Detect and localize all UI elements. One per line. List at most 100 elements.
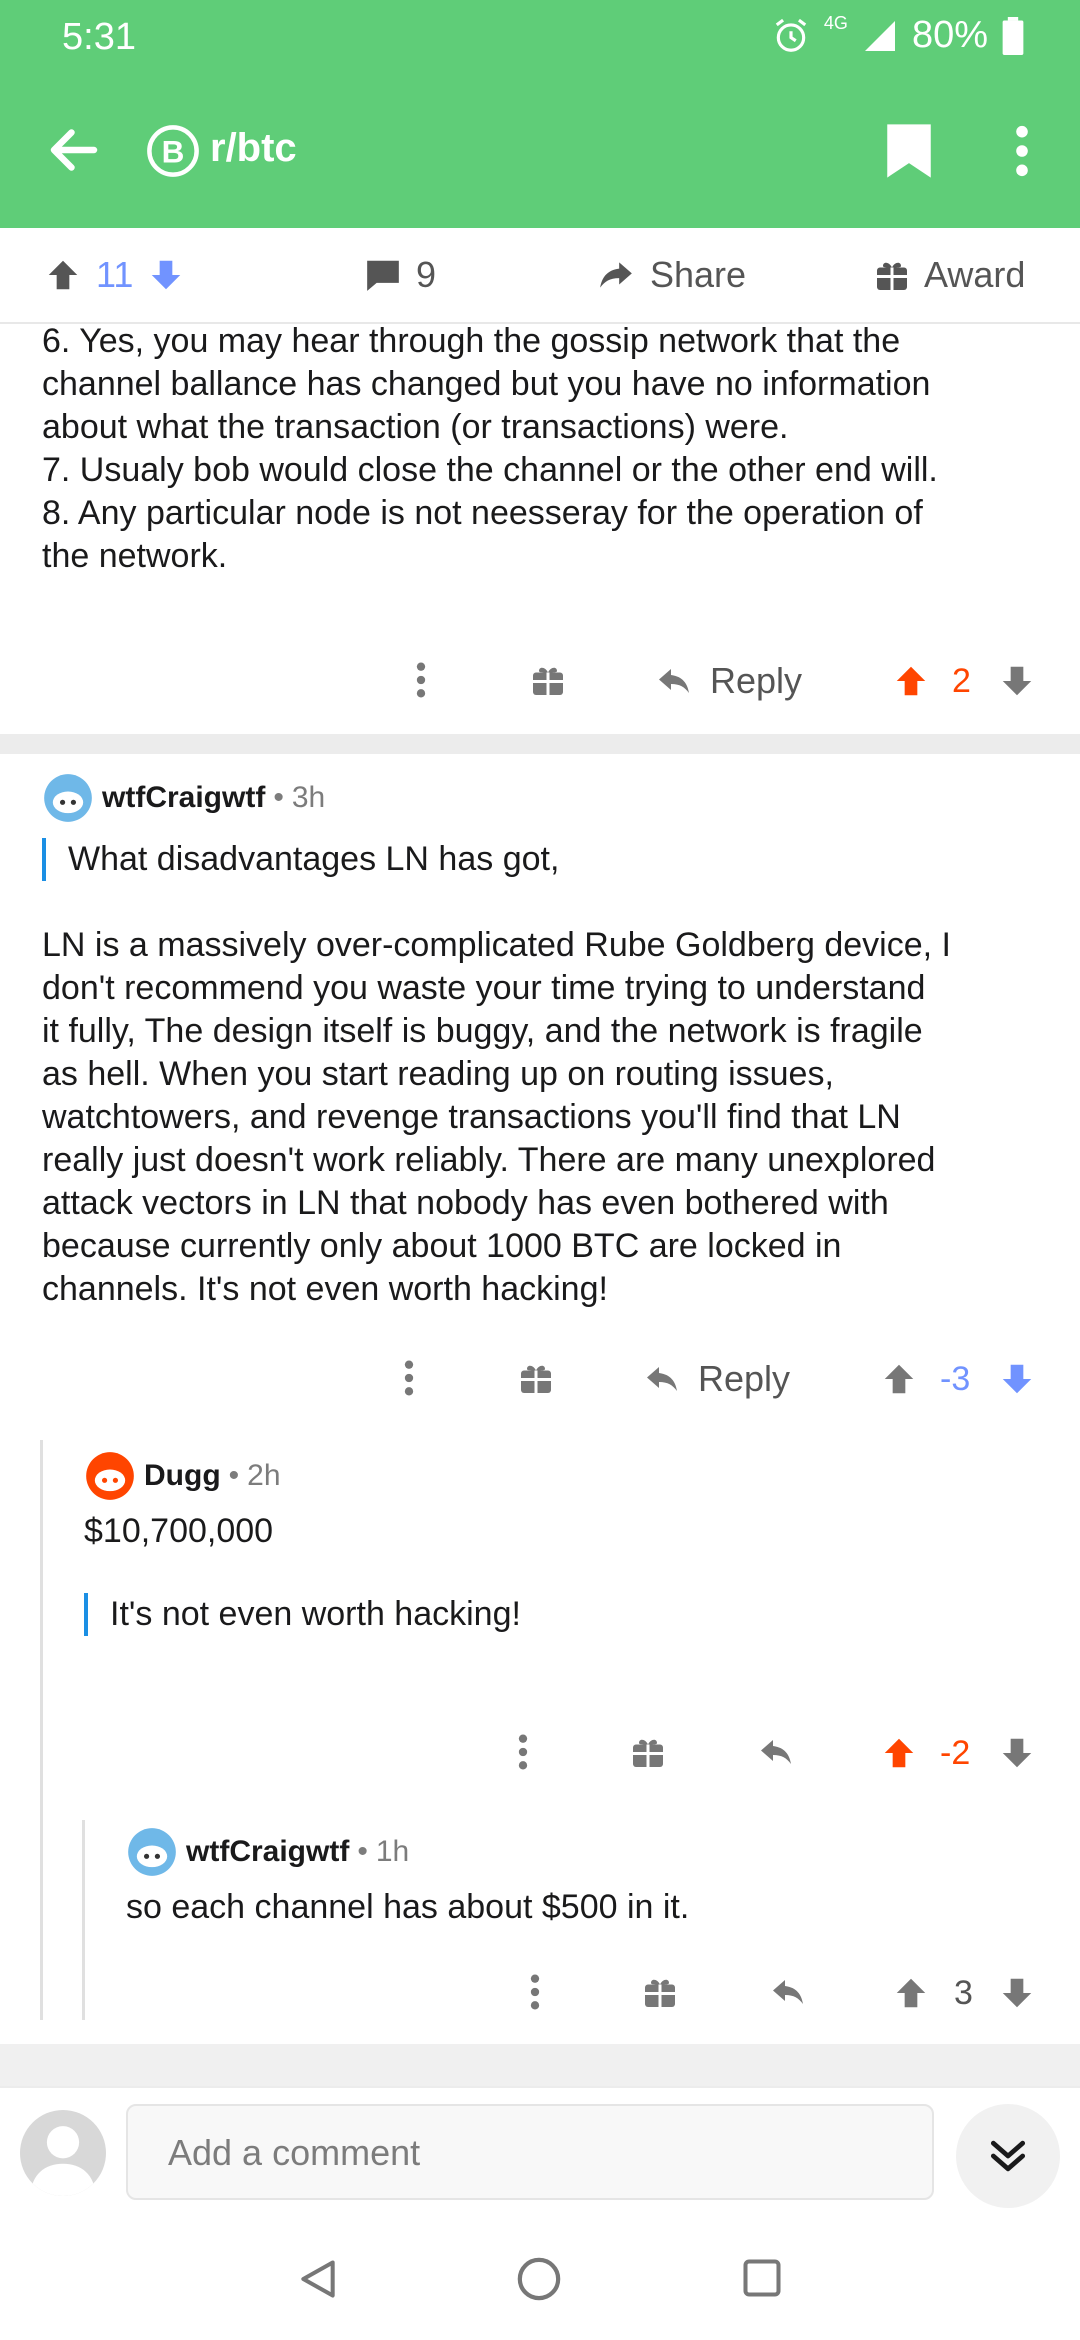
more-options-icon[interactable]: [524, 1972, 546, 2012]
reply-icon: [647, 1367, 677, 1391]
upvote-icon[interactable]: [892, 662, 930, 700]
meta-separator: •: [228, 1459, 240, 1492]
reply-button[interactable]: Reply: [642, 1358, 790, 1400]
comment-compose-bar: Add a comment: [0, 2086, 1080, 2216]
comments-count-button[interactable]: 9: [364, 254, 436, 296]
downvote-icon[interactable]: [998, 1734, 1036, 1772]
avatar[interactable]: [126, 1826, 178, 1878]
comment-4-actions: 3: [0, 1962, 1080, 2022]
back-arrow-icon[interactable]: [44, 120, 104, 180]
bitcoin-subreddit-icon[interactable]: B: [146, 124, 200, 178]
comment-4-meta: wtfCraigwtf • 1h: [126, 1826, 1046, 1878]
app-header: 5:31 4G 80% B r/btc: [0, 0, 1080, 228]
comment-1-actions: Reply 2: [0, 650, 1080, 710]
comment-line: really just doesn't work reliably. There…: [42, 1141, 936, 1179]
thread-divider: [0, 734, 1080, 754]
comment-age: 1h: [375, 1835, 410, 1868]
downvote-icon[interactable]: [998, 1360, 1036, 1398]
battery-percent: 80%: [911, 14, 988, 56]
comment-line: it fully, The design itself is buggy, an…: [42, 1012, 923, 1050]
downvote-icon[interactable]: [147, 256, 185, 294]
comment-author[interactable]: wtfCraigwtf: [186, 1835, 349, 1869]
comment-2: wtfCraigwtf • 3h What disadvantages LN h…: [42, 772, 1052, 1311]
more-options-icon[interactable]: [512, 1732, 534, 1772]
gift-icon: [877, 262, 907, 290]
comment-2-meta: wtfCraigwtf • 3h: [42, 772, 1052, 824]
comment-line: channel ballance has changed but you hav…: [42, 365, 931, 403]
alarm-icon: [775, 18, 807, 52]
post-vote-group: 11: [44, 254, 185, 296]
comment-age: 2h: [247, 1459, 281, 1492]
network-label: 4G: [823, 13, 848, 33]
comment-4-body: so each channel has about $500 in it.: [126, 1888, 690, 1926]
reply-button[interactable]: Reply: [654, 660, 802, 702]
reply-label: Reply: [710, 660, 803, 701]
comments-count: 9: [416, 254, 437, 295]
meta-separator: •: [357, 1835, 368, 1868]
thread-end-divider: [0, 2044, 1080, 2086]
award-gift-icon[interactable]: [642, 1974, 678, 2010]
share-button[interactable]: Share: [596, 254, 746, 296]
comment-2-body: LN is a massively over-complicated Rube …: [42, 924, 1052, 1311]
upvote-icon[interactable]: [892, 1974, 930, 2012]
comment-3-meta: Dugg • 2h: [84, 1450, 1044, 1502]
nav-recents-icon[interactable]: [740, 2256, 784, 2300]
signal-icon: [864, 20, 895, 51]
upvote-icon[interactable]: [880, 1734, 918, 1772]
comment-2-actions: Reply -3: [0, 1348, 1080, 1408]
battery-icon: [1002, 16, 1024, 55]
comment-author[interactable]: Dugg: [144, 1459, 221, 1493]
avatar[interactable]: [42, 772, 94, 824]
award-gift-icon[interactable]: [530, 662, 566, 698]
comment-score: 2: [952, 662, 971, 700]
reply-icon[interactable]: [756, 1734, 796, 1770]
award-gift-icon[interactable]: [630, 1734, 666, 1770]
comment-score: 3: [954, 1974, 973, 2012]
subreddit-title[interactable]: r/btc: [210, 126, 297, 171]
status-time: 5:31: [62, 16, 136, 58]
post-action-bar: 11 9 Share Award: [0, 228, 1080, 324]
post-score: 11: [96, 254, 134, 295]
double-chevron-down-icon: [990, 2140, 1026, 2172]
more-options-icon[interactable]: [1004, 122, 1040, 180]
share-icon: [600, 262, 632, 288]
comment-line: about what the transaction (or transacti…: [42, 408, 789, 446]
comment-line: 8. Any particular node is not neesseray …: [42, 494, 923, 532]
award-label: Award: [924, 254, 1026, 295]
comment-quote: It's not even worth hacking!: [84, 1593, 1044, 1636]
comment-line: because currently only about 1000 BTC ar…: [42, 1227, 842, 1265]
comment-1-body: 6. Yes, you may hear through the gossip …: [42, 320, 1052, 578]
comment-line: 7. Usualy bob would close the channel or…: [42, 451, 938, 489]
status-icons: 4G 80%: [772, 13, 1024, 57]
bookmark-icon[interactable]: [884, 122, 934, 180]
upvote-icon[interactable]: [44, 256, 82, 294]
more-options-icon[interactable]: [398, 1358, 420, 1398]
user-avatar[interactable]: [20, 2110, 106, 2196]
nav-back-icon[interactable]: [296, 2256, 340, 2302]
upvote-icon[interactable]: [880, 1360, 918, 1398]
avatar[interactable]: [84, 1450, 136, 1502]
reply-label: Reply: [698, 1358, 791, 1399]
comment-line: LN is a massively over-complicated Rube …: [42, 926, 951, 964]
svg-text:B: B: [162, 133, 185, 169]
add-comment-input[interactable]: Add a comment: [126, 2104, 934, 2200]
comment-icon: [367, 260, 399, 291]
award-button[interactable]: Award: [874, 254, 1025, 296]
nav-home-icon[interactable]: [516, 2256, 562, 2302]
reply-icon: [659, 669, 689, 693]
more-options-icon[interactable]: [410, 660, 432, 700]
comment-line: channels. It's not even worth hacking!: [42, 1270, 608, 1308]
comment-3: Dugg • 2h $10,700,000 It's not even wort…: [84, 1450, 1044, 1636]
reply-icon[interactable]: [768, 1974, 808, 2010]
comment-line: 6. Yes, you may hear through the gossip …: [42, 322, 901, 360]
meta-separator: •: [273, 781, 284, 814]
downvote-icon[interactable]: [998, 662, 1036, 700]
share-label: Share: [650, 254, 747, 295]
comment-age: 3h: [291, 781, 326, 814]
comment-author[interactable]: wtfCraigwtf: [102, 781, 265, 815]
comment-quote: What disadvantages LN has got,: [42, 838, 1052, 881]
jump-to-next-button[interactable]: [956, 2104, 1060, 2208]
downvote-icon[interactable]: [998, 1974, 1036, 2012]
comment-3-actions: -2: [0, 1722, 1080, 1782]
award-gift-icon[interactable]: [518, 1360, 554, 1396]
